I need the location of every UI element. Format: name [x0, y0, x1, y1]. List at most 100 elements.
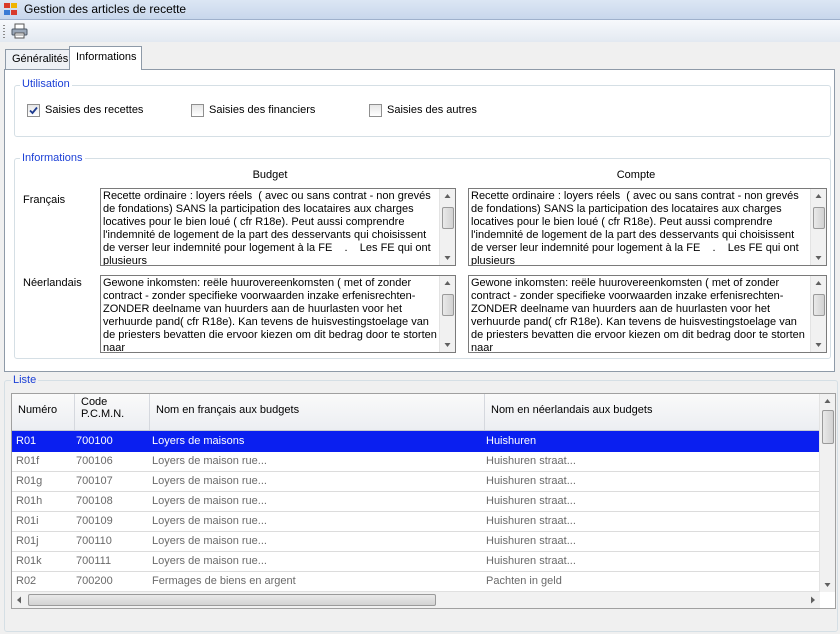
text-nl-budget-content: Gewone inkomsten: reële huurovereenkomst… — [103, 277, 437, 353]
checkbox-label-saisies-recettes[interactable]: Saisies des recettes — [45, 104, 143, 116]
cell-numero: R02 — [16, 575, 37, 587]
cell-nom-nl: Huishuren straat... — [486, 455, 576, 467]
row-label-francais: Français — [23, 194, 66, 206]
cell-nom-fr: Loyers de maison rue... — [152, 515, 267, 527]
checkbox-saisies-financiers[interactable] — [191, 104, 204, 117]
cell-code: 700100 — [76, 435, 113, 447]
cell-nom-fr: Loyers de maison rue... — [152, 495, 267, 507]
tab-informations[interactable]: Informations — [69, 46, 142, 70]
informations-legend: Informations — [20, 152, 85, 164]
scroll-down-icon[interactable] — [440, 251, 455, 265]
tab-generalites[interactable]: Généralités — [5, 49, 73, 69]
grid-header-nom-nl[interactable]: Nom en néerlandais aux budgets — [485, 394, 820, 430]
cell-numero: R01 — [16, 435, 37, 447]
grid-header-numero[interactable]: Numéro — [12, 394, 75, 430]
scroll-thumb[interactable] — [813, 207, 825, 229]
tab-page-informations: Utilisation Saisies des recettes Saisies… — [4, 69, 835, 372]
cell-nom-nl: Huishuren straat... — [486, 535, 576, 547]
table-row[interactable]: R01g 700107 Loyers de maison rue... Huishur… — [12, 471, 820, 492]
table-row[interactable]: R01 700100 Loyers de maisons Huishuren — [12, 431, 820, 452]
scrollbar-vertical[interactable] — [810, 189, 826, 265]
scroll-thumb[interactable] — [822, 410, 834, 444]
title-bar: Gestion des articles de recette — [0, 0, 840, 20]
grid-header-code-label: Code — [81, 396, 108, 408]
grid-header-code-label-2: P.C.M.N. — [81, 408, 125, 420]
cell-code: 700107 — [76, 475, 113, 487]
table-row[interactable]: R01k 700111 Loyers de maison rue... Huishur… — [12, 551, 820, 572]
cell-nom-fr: Loyers de maison rue... — [152, 555, 267, 567]
cell-nom-nl: Huishuren straat... — [486, 555, 576, 567]
scroll-down-icon[interactable] — [820, 578, 835, 592]
cell-code: 700111 — [76, 555, 112, 567]
grid-header-code[interactable]: Code P.C.M.N. — [75, 394, 150, 430]
text-nl-budget[interactable]: Gewone inkomsten: reële huurovereenkomst… — [100, 275, 456, 353]
table-row[interactable]: R01h 700108 Loyers de maison rue... Huishur… — [12, 491, 820, 512]
print-button[interactable] — [9, 22, 31, 40]
cell-nom-nl: Pachten in geld — [486, 575, 562, 587]
cell-nom-fr: Loyers de maison rue... — [152, 535, 267, 547]
text-fr-budget[interactable]: Recette ordinaire : loyers réels ( avec … — [100, 188, 456, 266]
scroll-up-icon[interactable] — [440, 276, 455, 290]
scroll-thumb[interactable] — [813, 294, 825, 316]
checkbox-label-saisies-financiers[interactable]: Saisies des financiers — [209, 104, 315, 116]
scroll-thumb-horizontal[interactable] — [28, 594, 436, 606]
table-row[interactable]: R01i 700109 Loyers de maison rue... Huishur… — [12, 511, 820, 532]
grid-header-nom-fr-label: Nom en français aux budgets — [156, 404, 300, 416]
column-header-budget: Budget — [252, 169, 288, 181]
cell-nom-nl: Huishuren straat... — [486, 475, 576, 487]
checkbox-label-saisies-autres[interactable]: Saisies des autres — [387, 104, 477, 116]
cell-numero: R01i — [16, 515, 39, 527]
cell-nom-fr: Loyers de maison rue... — [152, 455, 267, 467]
scroll-down-icon[interactable] — [811, 251, 826, 265]
cell-numero: R01h — [16, 495, 43, 507]
scroll-up-icon[interactable] — [811, 189, 826, 203]
scrollbar-vertical[interactable] — [810, 276, 826, 352]
scroll-left-icon[interactable] — [12, 593, 26, 607]
data-grid[interactable]: Numéro Code P.C.M.N. Nom en français aux… — [11, 393, 836, 609]
grid-header-nom-nl-label: Nom en néerlandais aux budgets — [491, 404, 653, 416]
table-row[interactable]: R01f 700106 Loyers de maison rue... Huishur… — [12, 451, 820, 472]
scroll-thumb[interactable] — [442, 294, 454, 316]
scroll-thumb[interactable] — [442, 207, 454, 229]
scroll-up-icon[interactable] — [440, 189, 455, 203]
toolbar — [0, 20, 840, 42]
row-label-neerlandais: Néerlandais — [23, 277, 82, 289]
checkbox-saisies-autres[interactable] — [369, 104, 382, 117]
scroll-up-icon[interactable] — [820, 394, 835, 408]
scrollbar-vertical[interactable] — [439, 276, 455, 352]
cell-numero: R01k — [16, 555, 42, 567]
column-header-compte: Compte — [616, 169, 656, 181]
cell-nom-nl: Huishuren straat... — [486, 495, 576, 507]
scrollbar-vertical[interactable] — [439, 189, 455, 265]
liste-legend: Liste — [11, 374, 39, 386]
cell-code: 700109 — [76, 515, 113, 527]
toolbar-grip[interactable] — [3, 25, 5, 38]
cell-code: 700106 — [76, 455, 113, 467]
cell-numero: R01j — [16, 535, 39, 547]
cell-nom-fr: Loyers de maisons — [152, 435, 245, 447]
text-fr-budget-content: Recette ordinaire : loyers réels ( avec … — [103, 190, 434, 266]
text-fr-compte[interactable]: Recette ordinaire : loyers réels ( avec … — [468, 188, 827, 266]
grid-scrollbar-vertical[interactable] — [819, 394, 835, 592]
cell-nom-fr: Fermages de biens en argent — [152, 575, 296, 587]
cell-code: 700110 — [76, 535, 112, 547]
grid-header-nom-fr[interactable]: Nom en français aux budgets — [150, 394, 485, 430]
scroll-down-icon[interactable] — [811, 338, 826, 352]
printer-icon — [11, 23, 28, 39]
cell-code: 700200 — [76, 575, 113, 587]
text-nl-compte-content: Gewone inkomsten: reële huurovereenkomst… — [471, 277, 808, 353]
scroll-right-icon[interactable] — [806, 593, 820, 607]
scroll-up-icon[interactable] — [811, 276, 826, 290]
text-nl-compte[interactable]: Gewone inkomsten: reële huurovereenkomst… — [468, 275, 827, 353]
cell-nom-nl: Huishuren — [486, 435, 537, 447]
scroll-down-icon[interactable] — [440, 338, 455, 352]
tab-strip: Généralités Informations — [0, 46, 840, 70]
table-row[interactable]: R02 700200 Fermages de biens en argent Pach… — [12, 571, 820, 592]
cell-numero: R01g — [16, 475, 43, 487]
grid-scrollbar-horizontal[interactable] — [12, 591, 820, 608]
window-title: Gestion des articles de recette — [24, 2, 187, 16]
table-row[interactable]: R01j 700110 Loyers de maison rue... Huishur… — [12, 531, 820, 552]
app-icon — [4, 3, 17, 15]
cell-nom-nl: Huishuren straat... — [486, 515, 576, 527]
checkbox-saisies-recettes[interactable] — [27, 104, 40, 117]
